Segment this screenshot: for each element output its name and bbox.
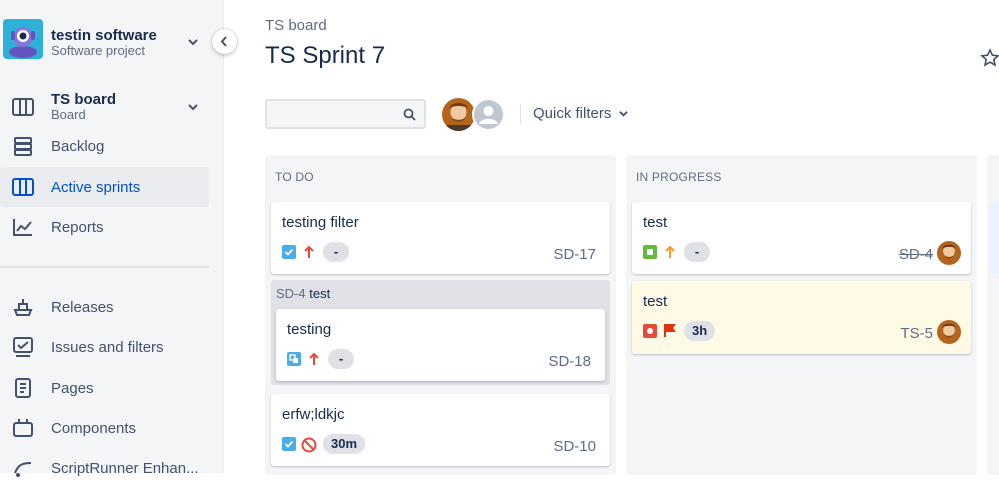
sidebar-item-active-sprints[interactable]: Active sprints (0, 167, 209, 207)
search-icon (403, 108, 416, 121)
sidebar: testin software Software project TS boar… (0, 0, 224, 477)
quick-filters-button[interactable]: Quick filters (533, 105, 628, 122)
issue-key[interactable]: SD-17 (553, 246, 596, 263)
quick-filters-label: Quick filters (533, 105, 612, 122)
parent-issue-header[interactable]: SD-4 test (276, 286, 330, 301)
priority-high-icon (309, 352, 319, 365)
estimate-badge: - (684, 242, 710, 262)
issue-key[interactable]: SD-18 (548, 353, 591, 370)
board-icon (12, 98, 34, 116)
project-avatar (3, 19, 43, 59)
sidebar-item-releases[interactable]: Releases (0, 287, 209, 327)
issue-key[interactable]: SD-10 (553, 438, 596, 455)
sidebar-item-reports[interactable]: Reports (0, 207, 209, 247)
card-summary: erfw;ldkjc (282, 406, 345, 423)
estimate-badge: 30m (323, 434, 366, 454)
chevron-down-icon[interactable] (188, 102, 198, 112)
issue-key[interactable]: SD-4 (899, 246, 933, 263)
reports-icon (13, 219, 32, 236)
sidebar-item-label: Issues and filters (51, 339, 164, 356)
board-switcher[interactable]: TS board Board (0, 86, 209, 128)
chevron-left-icon (220, 36, 227, 47)
user-icon (474, 100, 503, 129)
task-icon (282, 245, 296, 259)
priority-high-icon (304, 245, 314, 258)
pages-icon (15, 378, 31, 398)
sidebar-divider (0, 266, 209, 268)
task-icon (282, 437, 296, 451)
search-input[interactable] (265, 99, 426, 129)
issue-card[interactable]: testing - SD-18 (276, 309, 605, 381)
issue-card-flagged[interactable]: test 3h TS-5 (632, 281, 971, 354)
priority-medium-icon (665, 245, 675, 258)
sidebar-item-pages[interactable]: Pages (0, 368, 209, 408)
board-subtitle: Board (51, 107, 86, 122)
sidebar-item-label: Releases (51, 299, 114, 316)
project-name: testin software (51, 27, 157, 44)
sidebar-item-label: Active sprints (51, 179, 141, 196)
issue-card[interactable]: erfw;ldkjc 30m SD-10 (271, 394, 610, 466)
estimate-badge: - (323, 242, 349, 262)
issues-icon (13, 337, 33, 357)
issue-card[interactable]: testing filter - SD-17 (271, 202, 610, 274)
breadcrumb[interactable]: TS board (265, 17, 327, 34)
project-type: Software project (51, 43, 145, 58)
sidebar-item-scriptrunner[interactable]: ScriptRunner Enhan... (0, 448, 209, 488)
avatar[interactable] (442, 98, 475, 131)
components-icon (13, 419, 33, 437)
collapse-sidebar-button[interactable] (212, 29, 237, 54)
sidebar-item-label: Pages (51, 380, 94, 397)
star-icon[interactable] (980, 48, 999, 68)
chevron-down-icon[interactable] (188, 37, 198, 47)
issue-card[interactable]: test - SD-4 (632, 202, 971, 274)
bug-icon (643, 324, 657, 338)
card-summary: testing filter (282, 214, 359, 231)
sidebar-item-label: ScriptRunner Enhan... (51, 460, 199, 477)
project-header[interactable]: testin software Software project (0, 0, 224, 80)
flag-icon (664, 324, 676, 337)
chevron-down-icon (618, 111, 628, 117)
releases-icon (13, 299, 33, 316)
parent-issue-summary: test (309, 286, 331, 301)
issue-key[interactable]: TS-5 (900, 325, 933, 342)
issue-card-partial (990, 202, 999, 274)
sidebar-item-label: Components (51, 420, 137, 437)
parent-issue-key: SD-4 (276, 286, 306, 301)
sidebar-item-label: Reports (51, 219, 104, 236)
subtask-icon (287, 352, 301, 366)
card-summary: testing (287, 321, 332, 338)
board-name: TS board (51, 91, 117, 108)
estimate-badge: 3h (684, 321, 716, 341)
blocker-icon (301, 437, 317, 453)
sidebar-item-backlog[interactable]: Backlog (0, 126, 209, 166)
card-summary: test (643, 293, 668, 310)
sidebar-item-components[interactable]: Components (0, 408, 209, 448)
sidebar-item-issues[interactable]: Issues and filters (0, 327, 209, 367)
scriptrunner-icon (14, 462, 32, 477)
column-title: TO DO (275, 170, 314, 184)
card-summary: test (643, 214, 668, 231)
unassigned-avatar[interactable] (472, 98, 505, 131)
active-sprints-icon (12, 178, 34, 196)
page-title: TS Sprint 7 (265, 42, 386, 69)
assignee-avatar[interactable] (937, 320, 961, 344)
backlog-icon (14, 137, 32, 156)
divider (520, 104, 521, 124)
estimate-badge: - (328, 349, 354, 369)
assignee-avatar[interactable] (937, 241, 961, 265)
story-icon (643, 245, 657, 259)
column-title: IN PROGRESS (636, 170, 722, 184)
sidebar-item-label: Backlog (51, 138, 105, 155)
